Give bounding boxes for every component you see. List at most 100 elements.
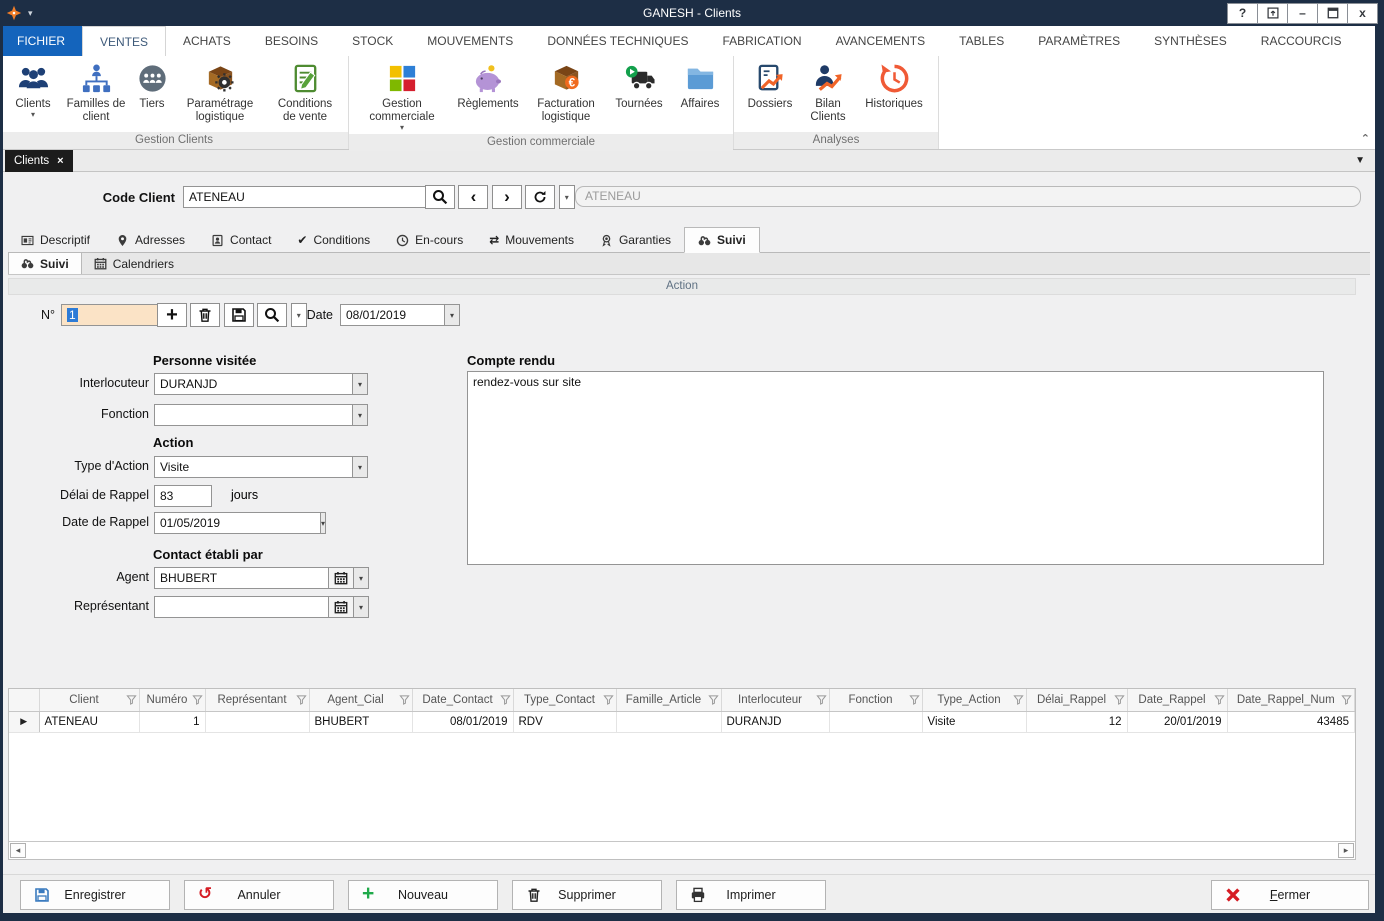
tab-en-cours[interactable]: En-cours bbox=[383, 229, 476, 252]
filter-funnel-icon[interactable] bbox=[500, 694, 511, 705]
ribbon-tab-tables[interactable]: TABLES bbox=[942, 26, 1021, 56]
ribbon-tab-besoins[interactable]: BESOINS bbox=[248, 26, 335, 56]
calendar-button[interactable] bbox=[329, 596, 354, 618]
tab-mouvements[interactable]: ⇄Mouvements bbox=[476, 229, 587, 252]
ribbon-tab-donnees-techniques[interactable]: DONNÉES TECHNIQUES bbox=[530, 26, 705, 56]
ribbon-item-gestion-commerciale[interactable]: Gestion commerciale▾ bbox=[355, 60, 449, 134]
grid-col-client[interactable]: Client bbox=[39, 689, 139, 711]
date-input[interactable] bbox=[340, 304, 445, 326]
search-client-button[interactable] bbox=[425, 185, 455, 209]
document-tab-clients[interactable]: Clients × bbox=[5, 150, 73, 172]
delai-rappel-input[interactable] bbox=[154, 485, 212, 507]
cell-client[interactable]: ATENEAU bbox=[39, 711, 139, 732]
filter-funnel-icon[interactable] bbox=[126, 694, 137, 705]
compte-rendu-textarea[interactable]: rendez-vous sur site bbox=[467, 371, 1324, 565]
cell-type-contact[interactable]: RDV bbox=[513, 711, 616, 732]
minimize-button[interactable]: – bbox=[1287, 3, 1318, 24]
ribbon-item-conditions-de-vente[interactable]: Conditions de vente bbox=[268, 60, 342, 126]
ribbon-tab-raccourcis[interactable]: RACCOURCIS bbox=[1244, 26, 1359, 56]
cell-type-action[interactable]: Visite bbox=[922, 711, 1026, 732]
scroll-left-icon[interactable]: ◂ bbox=[10, 843, 26, 858]
cell-agent-cial[interactable]: BHUBERT bbox=[309, 711, 412, 732]
ribbon-tab-avancements[interactable]: AVANCEMENTS bbox=[819, 26, 943, 56]
tab-list-dropdown-icon[interactable]: ▼ bbox=[1355, 155, 1365, 166]
ribbon-tab-fichier[interactable]: FICHIER bbox=[0, 26, 82, 56]
refresh-dropdown-icon[interactable]: ▾ bbox=[559, 185, 575, 209]
interlocuteur-combo[interactable]: ▾ bbox=[154, 373, 368, 395]
date-combo[interactable]: ▾ bbox=[340, 304, 460, 326]
grid-col-type-contact[interactable]: Type_Contact bbox=[513, 689, 616, 711]
grid-col-interlocuteur[interactable]: Interlocuteur bbox=[721, 689, 829, 711]
cell-date-contact[interactable]: 08/01/2019 bbox=[412, 711, 513, 732]
ribbon-item-familles-de-client[interactable]: Familles de client bbox=[64, 60, 128, 126]
save-action-button[interactable] bbox=[224, 303, 254, 327]
grid-col-agent-cial[interactable]: Agent_Cial bbox=[309, 689, 412, 711]
ribbon-item-dossiers[interactable]: Dossiers bbox=[740, 60, 800, 113]
filter-funnel-icon[interactable] bbox=[1214, 694, 1225, 705]
type-action-combo[interactable]: ▾ bbox=[154, 456, 368, 478]
search-action-button[interactable] bbox=[257, 303, 287, 327]
grid-col-fonction[interactable]: Fonction bbox=[829, 689, 922, 711]
delete-action-button[interactable] bbox=[190, 303, 220, 327]
subtab-calendriers[interactable]: Calendriers bbox=[82, 253, 186, 274]
filter-funnel-icon[interactable] bbox=[816, 694, 827, 705]
close-tab-icon[interactable]: × bbox=[57, 155, 63, 167]
ribbon-item-reglements[interactable]: Règlements bbox=[453, 60, 523, 113]
help-button[interactable]: ? bbox=[1227, 3, 1258, 24]
numero-input[interactable]: 1 bbox=[61, 304, 158, 326]
next-client-button[interactable]: › bbox=[492, 185, 522, 209]
cell-interlocuteur[interactable]: DURANJD bbox=[721, 711, 829, 732]
add-action-button[interactable]: + bbox=[157, 303, 187, 327]
ribbon-tab-ventes[interactable]: VENTES bbox=[82, 26, 166, 56]
grid-col-date-rappel[interactable]: Date_Rappel bbox=[1127, 689, 1227, 711]
filter-funnel-icon[interactable] bbox=[603, 694, 614, 705]
cell-fonction[interactable] bbox=[829, 711, 922, 732]
tab-contact[interactable]: Contact bbox=[198, 229, 284, 252]
cell-representant[interactable] bbox=[205, 711, 309, 732]
cancel-button[interactable]: ↺Annuler bbox=[184, 880, 334, 910]
print-button[interactable]: Imprimer bbox=[676, 880, 826, 910]
grid-col-date-rappel-num[interactable]: Date_Rappel_Num bbox=[1227, 689, 1355, 711]
tab-descriptif[interactable]: Descriptif bbox=[8, 229, 103, 252]
ribbon-item-bilan-clients[interactable]: Bilan Clients bbox=[804, 60, 852, 126]
ribbon-item-tiers[interactable]: Tiers bbox=[132, 60, 172, 113]
grid-col-type-action[interactable]: Type_Action bbox=[922, 689, 1026, 711]
tab-suivi[interactable]: Suivi bbox=[684, 227, 760, 253]
fullscreen-button[interactable] bbox=[1257, 3, 1288, 24]
grid-col-numero[interactable]: Numéro bbox=[139, 689, 205, 711]
close-form-button[interactable]: Fermer bbox=[1211, 880, 1369, 910]
filter-funnel-icon[interactable] bbox=[192, 694, 203, 705]
fonction-combo[interactable]: ▾ bbox=[154, 404, 368, 426]
ribbon-tab-fabrication[interactable]: FABRICATION bbox=[705, 26, 818, 56]
ribbon-tab-mouvements[interactable]: MOUVEMENTS bbox=[410, 26, 530, 56]
filter-funnel-icon[interactable] bbox=[1341, 694, 1352, 705]
representant-combo[interactable]: ▾ bbox=[154, 596, 369, 618]
agent-combo[interactable]: ▾ bbox=[154, 567, 369, 589]
ribbon-item-historiques[interactable]: Historiques bbox=[856, 60, 932, 113]
date-rappel-input[interactable] bbox=[154, 512, 321, 534]
previous-client-button[interactable]: ‹ bbox=[458, 185, 488, 209]
grid-col-delai-rappel[interactable]: Délai_Rappel bbox=[1026, 689, 1127, 711]
row-selector-icon[interactable]: ▶ bbox=[9, 711, 39, 732]
calendar-button[interactable] bbox=[329, 567, 354, 589]
filter-funnel-icon[interactable] bbox=[708, 694, 719, 705]
code-client-input[interactable] bbox=[183, 186, 426, 208]
tab-adresses[interactable]: Adresses bbox=[103, 229, 198, 252]
cell-numero[interactable]: 1 bbox=[139, 711, 205, 732]
grid-col-famille-article[interactable]: Famille_Article bbox=[616, 689, 721, 711]
close-button[interactable]: x bbox=[1347, 3, 1378, 24]
cell-date-rappel-num[interactable]: 43485 bbox=[1227, 711, 1355, 732]
refresh-button[interactable] bbox=[525, 185, 555, 209]
ribbon-collapse-chevron-icon[interactable]: ⌃ bbox=[1361, 132, 1370, 145]
horizontal-scrollbar[interactable]: ◂ ▸ bbox=[9, 841, 1355, 859]
ribbon-tab-achats[interactable]: ACHATS bbox=[166, 26, 248, 56]
filter-funnel-icon[interactable] bbox=[1114, 694, 1125, 705]
subtab-suivi[interactable]: Suivi bbox=[8, 253, 82, 274]
scroll-right-icon[interactable]: ▸ bbox=[1338, 843, 1354, 858]
new-button[interactable]: +Nouveau bbox=[348, 880, 498, 910]
grid-col-representant[interactable]: Représentant bbox=[205, 689, 309, 711]
tab-garanties[interactable]: Garanties bbox=[587, 229, 684, 252]
ribbon-item-facturation-logistique[interactable]: € Facturation logistique bbox=[527, 60, 605, 126]
representant-input[interactable] bbox=[154, 596, 329, 618]
fonction-input[interactable] bbox=[154, 404, 353, 426]
